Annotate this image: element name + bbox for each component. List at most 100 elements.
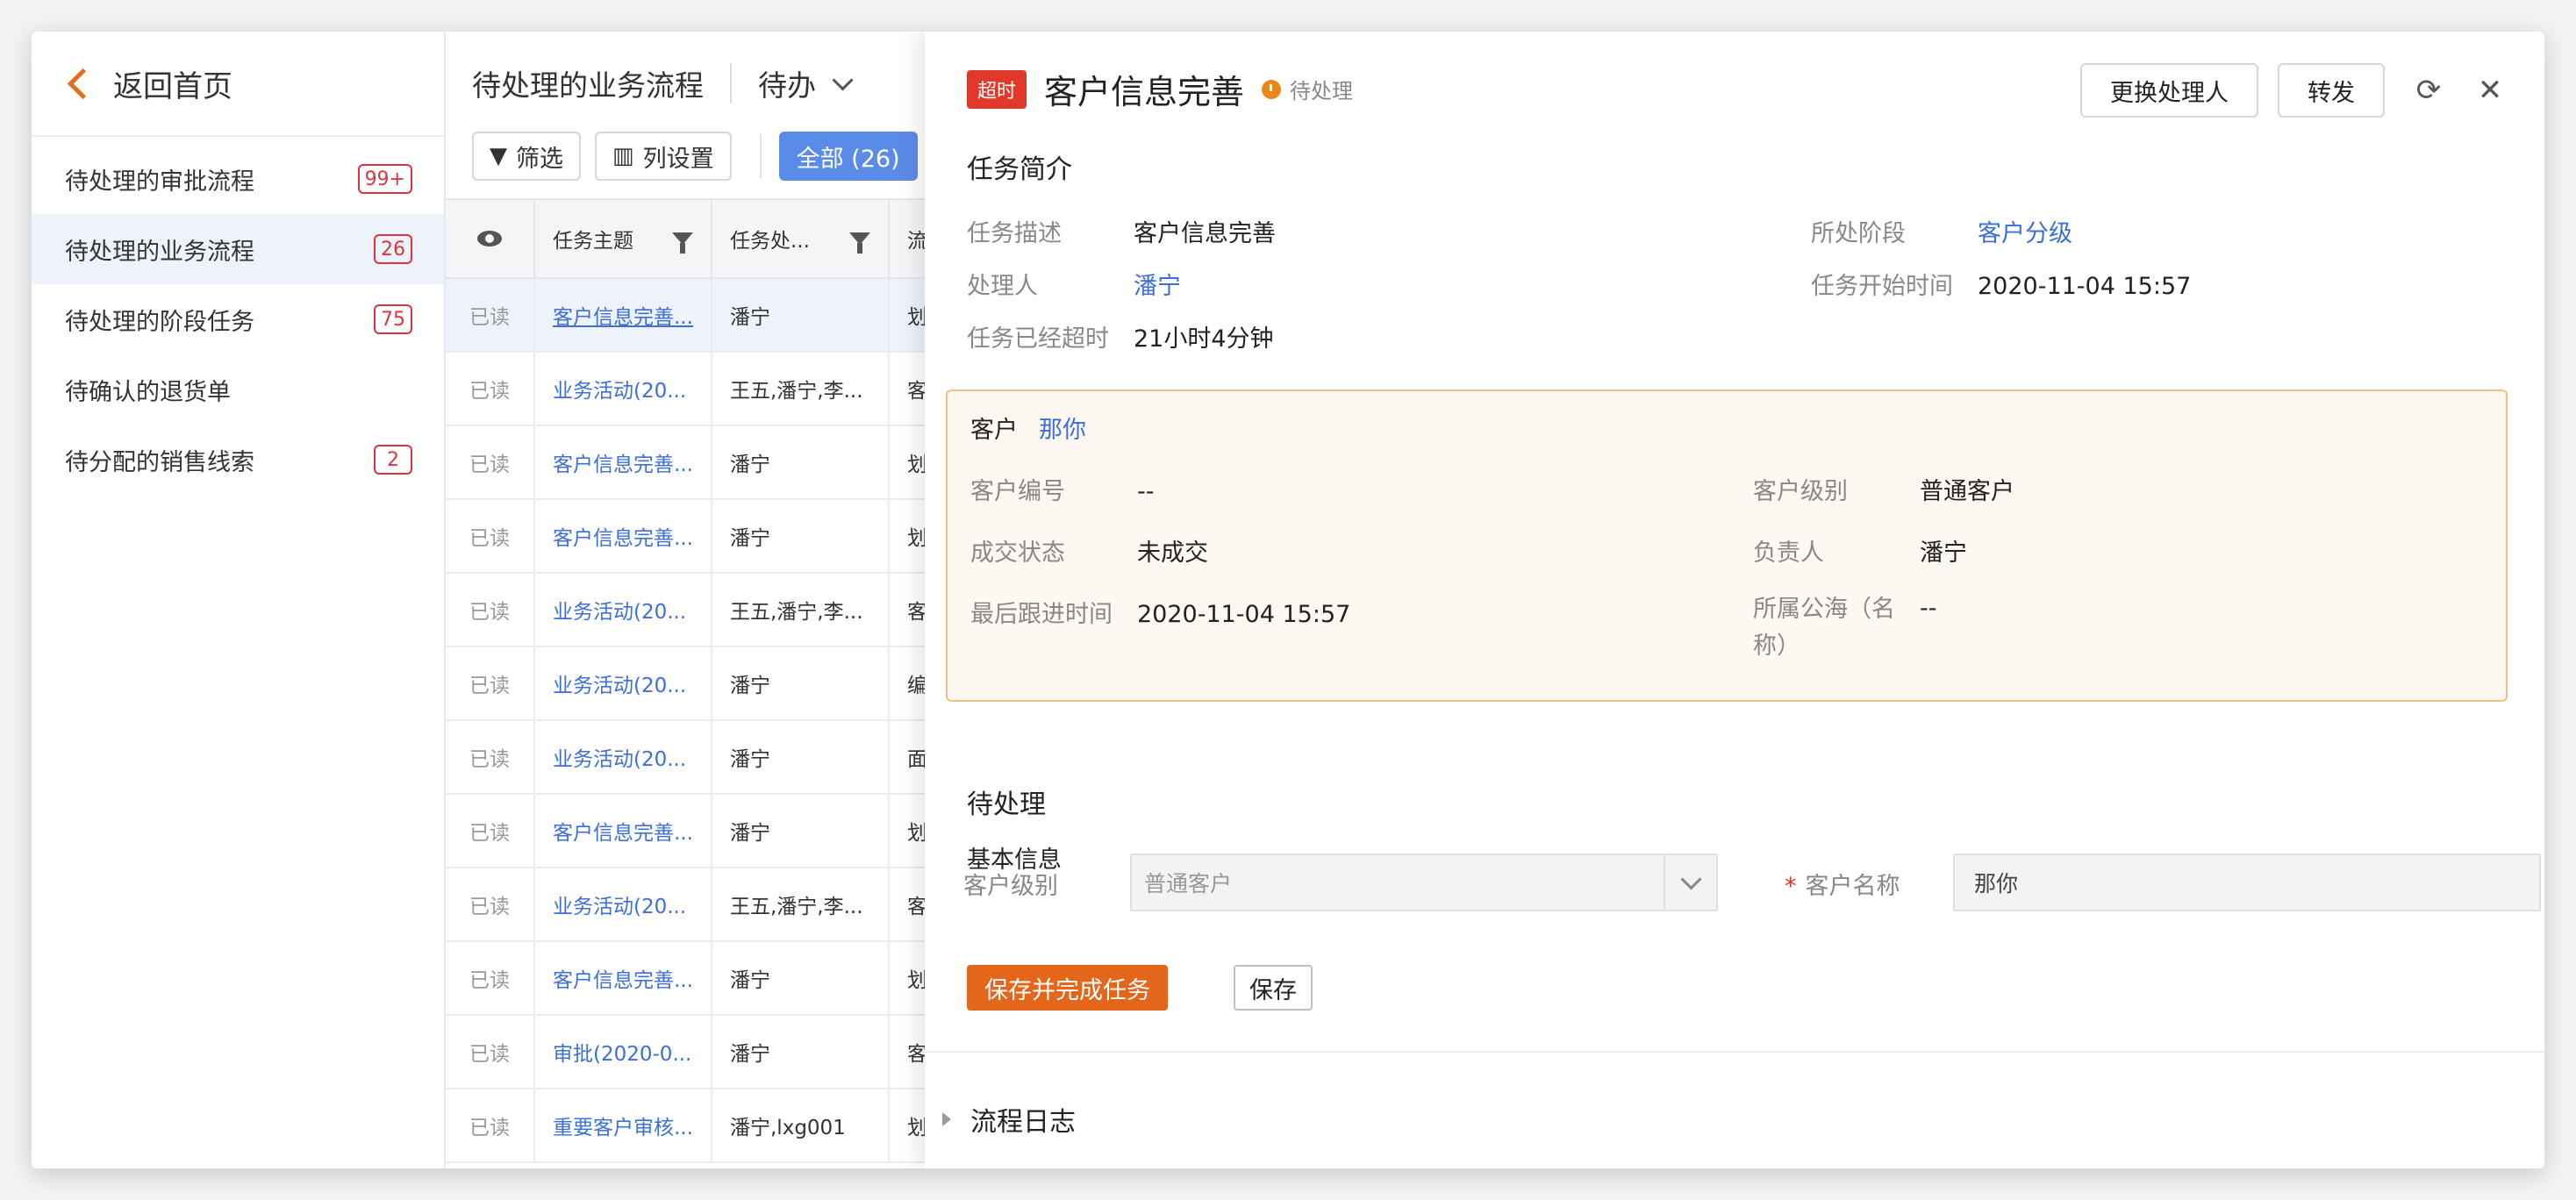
table-row[interactable]: 已读 业务活动(20... 王五,潘宁,李... 客 [446,574,972,647]
customer-name-link[interactable]: 那你 [1039,417,1086,444]
customer-level-field: 客户级别 普通客户 [1753,472,2014,506]
count-badge: 26 [374,234,412,264]
customer-header: 客户 那你 [970,411,1086,445]
table-row[interactable]: 已读 业务活动(20... 王五,潘宁,李... 客 [446,353,972,426]
handler-cell: 潘宁 [712,942,890,1014]
read-status-cell: 已读 [446,574,535,646]
table-row[interactable]: 已读 客户信息完善... 潘宁划 [446,500,972,574]
field-label: 任务描述 [967,220,1062,247]
field-label: 负责人 [1753,539,1824,567]
read-column-header[interactable] [446,200,535,277]
field-value: 客户信息完善 [1134,220,1276,247]
field-value: 21小时4分钟 [1134,325,1274,353]
read-status-cell: 已读 [446,721,535,793]
level-form-label: 客户级别 [963,873,1058,900]
handler-link[interactable]: 潘宁 [1134,273,1181,300]
table-row[interactable]: 已读 审批(2020-0... 潘宁客 [446,1016,972,1089]
handler-cell: 潘宁 [712,279,890,351]
count-badge: 99+ [357,164,412,194]
task-subject-link[interactable]: 业务活动(20... [535,647,712,719]
field-value: 普通客户 [1920,478,2014,505]
sidebar-item-approval[interactable]: 待处理的审批流程 99+ [32,144,444,214]
count-badge: 75 [374,304,412,334]
task-subject-link[interactable]: 客户信息完善... [535,795,712,867]
table-row[interactable]: 已读 重要客户审核... 潘宁,lxg001 划 [446,1089,972,1163]
sidebar-item-returns[interactable]: 待确认的退货单 [32,354,444,425]
handler-column-header[interactable]: 任务处... [712,200,890,277]
filter-button[interactable]: ▼ 筛选 [472,132,581,181]
save-complete-button[interactable]: 保存并完成任务 [967,965,1168,1011]
task-subject-link[interactable]: 客户信息完善... [535,279,712,351]
filter-icon[interactable] [672,232,693,254]
task-subject-link[interactable]: 业务活动(20... [535,721,712,793]
table-row[interactable]: 已读 客户信息完善... 潘宁划 [446,942,972,1016]
task-subject-link[interactable]: 客户信息完善... [535,942,712,1014]
customer-label: 客户 [970,417,1018,444]
list-header: 待处理的业务流程 待办 [446,32,972,135]
column-label: 任务主题 [553,230,633,253]
table-row[interactable]: 已读 业务活动(20... 潘宁编 [446,647,972,721]
sidebar-item-leads[interactable]: 待分配的销售线索 2 [32,425,444,495]
input-value: 那你 [1974,871,2019,896]
table-row[interactable]: 已读 客户信息完善... 潘宁划 [446,795,972,868]
task-subject-link[interactable]: 客户信息完善... [535,426,712,498]
customer-level-select[interactable]: 普通客户 [1130,854,1718,911]
process-log-toggle[interactable]: 流程日志 [942,1100,1076,1139]
back-home-button[interactable]: 返回首页 [32,32,444,137]
forward-button[interactable]: 转发 [2278,63,2385,118]
task-subject-link[interactable]: 业务活动(20... [535,574,712,646]
name-form-label: * 客户名称 [1785,867,1900,901]
read-status-cell: 已读 [446,1089,535,1161]
overdue-tag: 超时 [967,69,1027,109]
task-subject-link[interactable]: 业务活动(20... [535,868,712,940]
filter-icon[interactable] [849,232,870,254]
start-time-field: 任务开始时间 2020-11-04 15:57 [1811,267,2191,301]
status-filter-label: 待办 [758,68,816,103]
pool-field: 所属公海（名称） -- [1753,595,1937,665]
read-status-cell: 已读 [446,500,535,572]
refresh-icon[interactable]: ⟳ [2411,73,2446,108]
column-label: 任务处... [730,230,810,253]
status-filter-dropdown[interactable]: 待办 [758,62,854,104]
task-subject-link[interactable]: 客户信息完善... [535,500,712,572]
field-value: 2020-11-04 15:57 [1137,601,1351,628]
field-label: 客户级别 [1753,478,1848,505]
read-status-cell: 已读 [446,353,535,425]
save-button[interactable]: 保存 [1234,965,1313,1011]
handler-cell: 潘宁,lxg001 [712,1089,890,1161]
task-subject-link[interactable]: 业务活动(20... [535,353,712,425]
filter-icon: ▼ [490,143,507,169]
handler-cell: 王五,潘宁,李... [712,868,890,940]
close-icon[interactable]: ✕ [2472,73,2508,108]
all-tab-button[interactable]: 全部 (26) [778,132,918,181]
select-value: 普通客户 [1144,871,1233,896]
task-title: 客户信息完善 [1044,73,1245,111]
table-row[interactable]: 已读 业务活动(20... 王五,潘宁,李... 客 [446,868,972,942]
sidebar-item-label: 待处理的审批流程 [65,168,254,196]
task-subject-link[interactable]: 审批(2020-0... [535,1016,712,1088]
sidebar-item-label: 待处理的阶段任务 [65,308,254,336]
detail-header: 超时 客户信息完善 待处理 [967,65,1353,113]
field-value: -- [1137,478,1155,505]
table-row[interactable]: 已读 业务活动(20... 潘宁面 [446,721,972,795]
subject-column-header[interactable]: 任务主题 [535,200,712,277]
table-row[interactable]: 已读 客户信息完善... 潘宁划 [446,426,972,500]
table-row[interactable]: 已读 客户信息完善... 潘宁划 [446,279,972,353]
handler-field: 处理人 潘宁 [967,267,1181,301]
field-label: 处理人 [967,273,1038,300]
column-settings-button[interactable]: ▥ 列设置 [595,132,732,181]
table-body: 已读 客户信息完善... 潘宁划已读 业务活动(20... 王五,潘宁,李... 客已读客… [446,279,972,1163]
app-window: 返回首页 待处理的审批流程 99+ 待处理的业务流程 26 待处理的阶段任务 7… [32,32,2544,1168]
status-text: 待处理 [1290,79,1354,104]
sidebar-item-business[interactable]: 待处理的业务流程 26 [32,214,444,284]
back-home-label: 返回首页 [113,68,233,104]
stage-link[interactable]: 客户分级 [1978,220,2072,247]
count-badge: 2 [374,445,412,475]
task-subject-link[interactable]: 重要客户审核... [535,1089,712,1161]
sidebar-item-stage[interactable]: 待处理的阶段任务 75 [32,284,444,354]
change-handler-button[interactable]: 更换处理人 [2080,63,2258,118]
task-detail-panel: 超时 客户信息完善 待处理 更换处理人 转发 ⟳ ✕ 任务简介 任务描述 客户信息… [925,32,2544,1168]
followup-field: 最后跟进时间 2020-11-04 15:57 [970,595,1350,629]
field-label: 客户编号 [970,478,1065,505]
customer-name-input[interactable]: 那你 [1953,854,2541,911]
